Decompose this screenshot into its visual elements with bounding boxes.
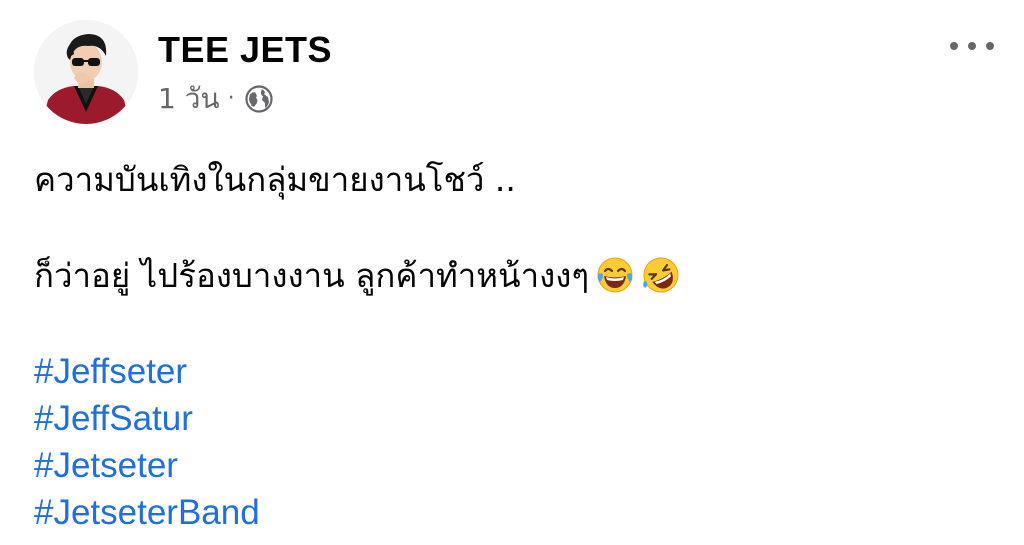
hashtag-link[interactable]: #JetseterBand — [34, 489, 260, 536]
post-text-line: ก็ว่าอยู่ ไปร้องบางงาน ลูกค้าทำหน้างงๆ — [34, 256, 590, 295]
facebook-post: TEE JETS 1 วัน · ความบันเทิงในกลุ่มขายงา… — [0, 0, 1024, 545]
meta-separator: · — [227, 86, 235, 111]
hashtag-list: #Jeffseter #JeffSatur #Jetseter #Jetsete… — [34, 348, 994, 536]
post-text-line-with-emojis: ก็ว่าอยู่ ไปร้องบางงาน ลูกค้าทำหน้างงๆ — [34, 252, 994, 300]
post-timestamp[interactable]: 1 วัน — [158, 82, 220, 116]
more-horizontal-icon[interactable] — [950, 34, 994, 58]
post-body: ความบันเทิงในกลุ่มขายงานโชว์ .. ก็ว่าอยู… — [34, 156, 994, 536]
profile-photo — [34, 20, 138, 124]
avatar[interactable] — [34, 20, 138, 124]
hashtag-link[interactable]: #Jeffseter — [34, 348, 187, 395]
rolling-on-the-floor-laughing-emoji — [641, 255, 681, 295]
post-meta: 1 วัน · — [158, 82, 274, 116]
globe-icon[interactable] — [244, 84, 274, 114]
author-name[interactable]: TEE JETS — [158, 30, 332, 70]
post-text-line: ความบันเทิงในกลุ่มขายงานโชว์ .. — [34, 160, 516, 199]
face-with-tears-of-joy-emoji — [595, 255, 635, 295]
hashtag-link[interactable]: #Jetseter — [34, 442, 178, 489]
post-header: TEE JETS 1 วัน · — [34, 20, 994, 124]
hashtag-link[interactable]: #JeffSatur — [34, 395, 193, 442]
